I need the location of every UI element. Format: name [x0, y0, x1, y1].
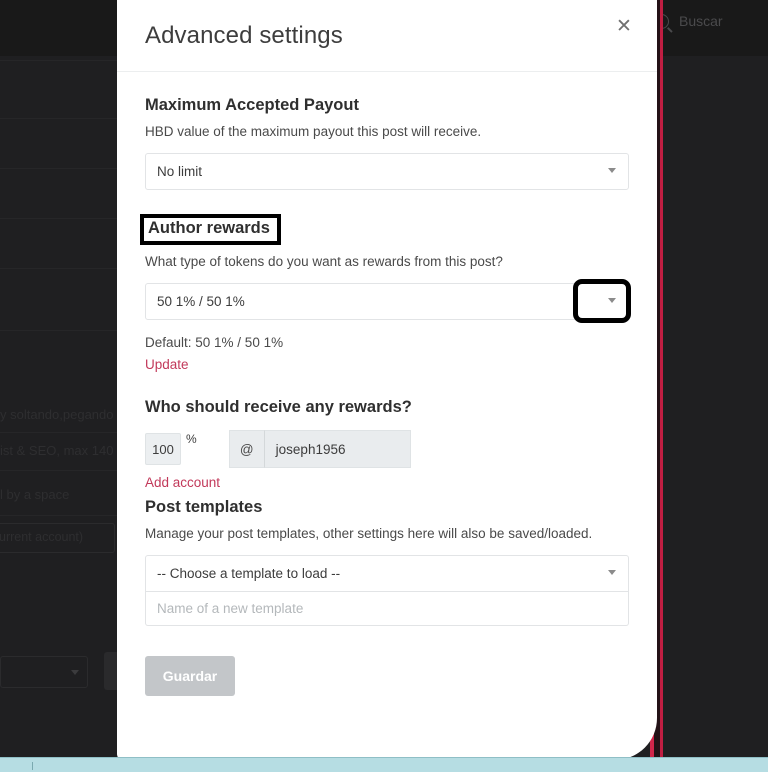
dialog-body: Maximum Accepted Payout HBD value of the…	[117, 96, 657, 696]
background-input[interactable]: urrent account)	[0, 523, 115, 553]
background-text-line: ist & SEO, max 140 c	[0, 443, 124, 458]
max-payout-heading: Maximum Accepted Payout	[145, 96, 359, 114]
author-rewards-description: What type of tokens do you want as rewar…	[145, 254, 503, 269]
add-account-link[interactable]: Add account	[145, 475, 220, 490]
screenshot-root: Buscar y soltando,pegando de ist & SEO, …	[0, 0, 768, 772]
dialog-header: Advanced settings ✕	[117, 0, 657, 72]
post-templates-description: Manage your post templates, other settin…	[145, 526, 593, 541]
page-title: Advanced settings	[145, 22, 343, 49]
beneficiary-row: 100 % @ joseph1956	[145, 430, 629, 468]
max-payout-description: HBD value of the maximum payout this pos…	[145, 124, 482, 139]
background-select[interactable]	[0, 656, 88, 688]
beneficiary-percent-input[interactable]: 100	[145, 433, 181, 465]
chevron-down-icon	[71, 670, 79, 675]
new-template-name-input[interactable]: Name of a new template	[145, 592, 629, 626]
taskbar	[0, 757, 768, 772]
close-icon[interactable]: ✕	[613, 16, 635, 38]
author-rewards-heading: Author rewards	[140, 214, 281, 245]
taskbar-tick	[32, 762, 33, 770]
post-templates-field: -- Choose a template to load -- Name of …	[145, 555, 629, 626]
beneficiaries-heading: Who should receive any rewards?	[145, 398, 412, 416]
search-label: Buscar	[679, 13, 723, 29]
max-payout-field: No limit	[145, 153, 629, 190]
max-payout-selected-value: No limit	[157, 164, 203, 179]
author-rewards-select[interactable]: 50 1% / 50 1%	[145, 283, 629, 320]
beneficiary-account-group: @ joseph1956	[228, 430, 411, 468]
advanced-settings-dialog: Advanced settings ✕ Maximum Accepted Pay…	[117, 0, 657, 760]
save-button[interactable]: Guardar	[145, 656, 235, 696]
accent-strip-outer	[660, 0, 663, 772]
background-text-line: y soltando,pegando de	[0, 407, 132, 422]
update-link[interactable]: Update	[145, 357, 189, 372]
post-templates-heading: Post templates	[145, 498, 263, 516]
at-symbol-icon: @	[228, 430, 264, 468]
author-rewards-field: 50 1% / 50 1%	[145, 279, 631, 323]
background-search[interactable]: Buscar	[654, 13, 723, 29]
template-load-selected-value: -- Choose a template to load --	[157, 566, 341, 581]
beneficiary-account-input[interactable]: joseph1956	[263, 430, 411, 468]
author-rewards-default: Default: 50 1% / 50 1%	[145, 335, 284, 350]
percent-sign-label: %	[186, 432, 197, 446]
max-payout-select[interactable]: No limit	[145, 153, 629, 190]
background-text-line: l by a space	[0, 487, 70, 502]
template-load-select[interactable]: -- Choose a template to load --	[145, 555, 629, 592]
author-rewards-selected-value: 50 1% / 50 1%	[157, 294, 245, 309]
